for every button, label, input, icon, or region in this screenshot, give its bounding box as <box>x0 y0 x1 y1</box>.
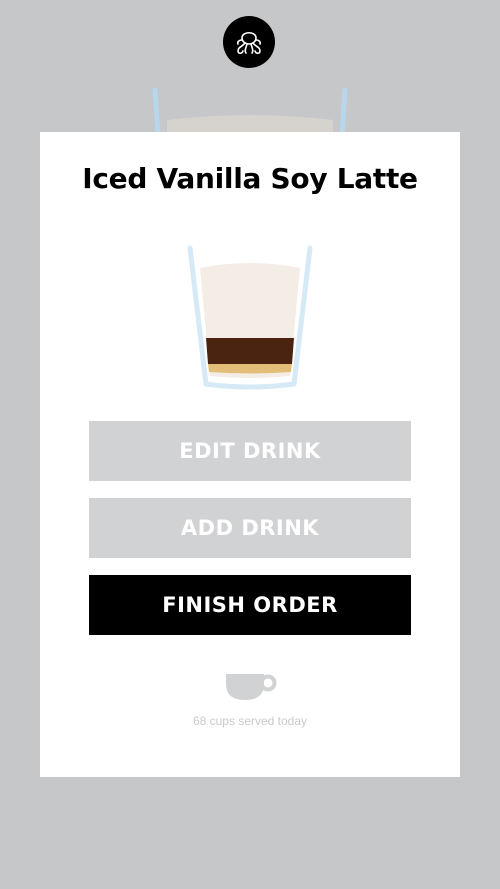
coffee-cup-icon <box>226 674 277 700</box>
brand-logo[interactable] <box>223 16 275 68</box>
iced-latte-glass-icon <box>187 245 313 390</box>
add-drink-button[interactable]: ADD DRINK <box>89 498 411 558</box>
finish-order-button[interactable]: FINISH ORDER <box>89 575 411 635</box>
octopus-logo-icon <box>236 31 262 55</box>
order-card: Iced Vanilla Soy Latte EDIT DRINK ADD DR… <box>40 132 460 777</box>
edit-drink-button[interactable]: EDIT DRINK <box>89 421 411 481</box>
cups-served-counter: 68 cups served today <box>192 714 308 728</box>
drink-title: Iced Vanilla Soy Latte <box>82 162 418 195</box>
